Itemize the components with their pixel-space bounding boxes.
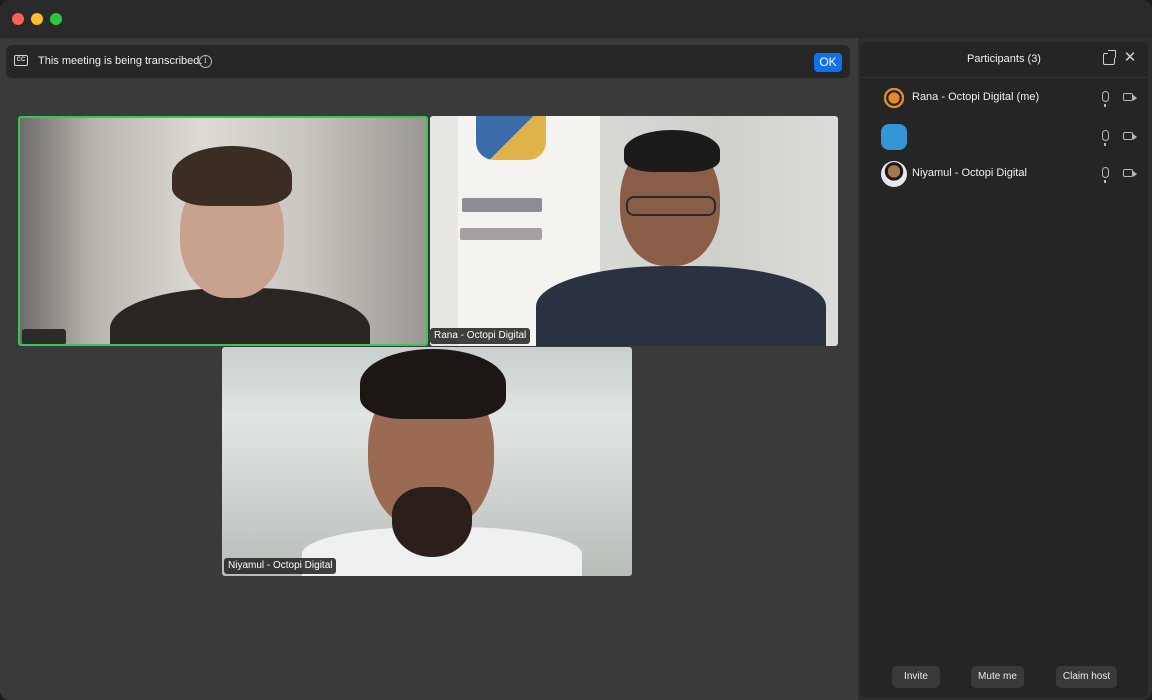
video-tile-rana[interactable]: Rana - Octopi Digital <box>430 116 838 346</box>
video-stage: CC This meeting is being transcribed. i … <box>0 38 858 700</box>
video-tile-active-speaker[interactable] <box>18 116 428 346</box>
close-icon[interactable]: ✕ <box>1123 50 1137 65</box>
video-name-tag: Niyamul - Octopi Digital <box>224 558 337 574</box>
photo-avatar <box>881 161 907 187</box>
microphone-icon[interactable] <box>1102 91 1109 107</box>
claim-host-button[interactable]: Claim host <box>1056 666 1117 688</box>
blue-square-avatar <box>881 124 907 150</box>
participant-name: Niyamul - Octopi Digital <box>912 167 1027 179</box>
invite-button[interactable]: Invite <box>892 666 940 688</box>
participants-panel-header: Participants (3) ✕ <box>860 42 1148 78</box>
participants-panel-footer: Invite Mute me Claim host <box>860 662 1148 698</box>
participant-name: Rana - Octopi Digital (me) <box>912 91 1040 103</box>
participant-row[interactable]: Niyamul - Octopi Digital <box>860 155 1148 193</box>
octopus-logo-avatar <box>881 85 907 111</box>
transcription-notice-text: This meeting is being transcribed. <box>38 55 203 67</box>
microphone-icon[interactable] <box>1102 167 1109 183</box>
participant-glasses <box>626 196 716 216</box>
video-camera-icon[interactable] <box>1123 93 1133 101</box>
video-camera-icon[interactable] <box>1123 169 1133 177</box>
info-icon[interactable]: i <box>199 55 212 68</box>
participant-hair <box>172 146 292 206</box>
minimize-window-button[interactable] <box>31 13 43 25</box>
poster-text-block <box>462 198 542 212</box>
video-camera-icon[interactable] <box>1123 132 1133 140</box>
poster-text-block <box>460 228 542 240</box>
popout-icon[interactable] <box>1103 50 1116 65</box>
close-window-button[interactable] <box>12 13 24 25</box>
closed-caption-icon: CC <box>14 55 28 66</box>
ok-button[interactable]: OK <box>814 53 842 72</box>
video-name-tag <box>22 329 66 344</box>
mute-me-button[interactable]: Mute me <box>971 666 1024 688</box>
participant-beard <box>392 487 472 557</box>
participants-panel: Participants (3) ✕ Rana - Octopi Digital… <box>860 42 1148 698</box>
python-logo <box>476 116 546 160</box>
transcription-notice: CC This meeting is being transcribed. i … <box>6 45 850 78</box>
participant-hair <box>624 130 720 172</box>
participant-row[interactable]: Rana - Octopi Digital (me) <box>860 79 1148 117</box>
meeting-window: CC This meeting is being transcribed. i … <box>0 0 1152 700</box>
video-name-tag: Rana - Octopi Digital <box>430 328 531 344</box>
title-bar <box>0 0 1152 38</box>
microphone-icon[interactable] <box>1102 130 1109 146</box>
participant-torso <box>536 266 826 346</box>
participant-hair <box>360 349 506 419</box>
video-tile-niyamul[interactable]: Niyamul - Octopi Digital <box>222 347 632 576</box>
zoom-window-button[interactable] <box>50 13 62 25</box>
participant-row[interactable] <box>860 118 1148 156</box>
